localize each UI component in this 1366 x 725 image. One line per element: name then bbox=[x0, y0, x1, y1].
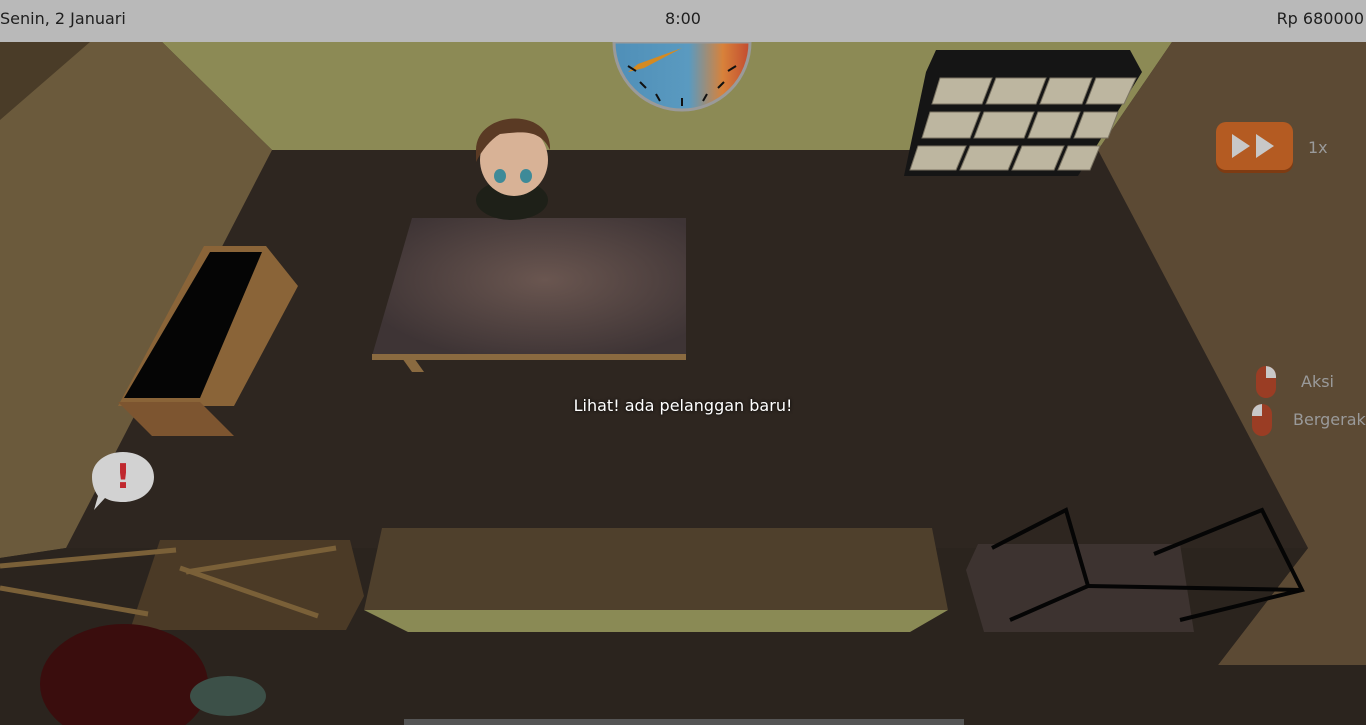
room-view bbox=[0, 42, 1366, 725]
hud-bar: Senin, 2 Januari 8:00 Rp 680000 bbox=[0, 0, 1366, 42]
shopkeeper-character[interactable] bbox=[476, 118, 551, 220]
speed-indicator: 1x bbox=[1308, 138, 1328, 157]
left-click-icon bbox=[1256, 366, 1276, 398]
action-label: Aksi bbox=[1301, 372, 1334, 391]
money-display: Rp 680000 bbox=[1276, 9, 1364, 28]
move-label: Bergerak bbox=[1293, 410, 1366, 429]
fast-forward-icon bbox=[1232, 134, 1274, 158]
game-scene[interactable]: Lihat! ada pelanggan baru! ! 1x Aksi Ber… bbox=[0, 42, 1366, 725]
fast-forward-button[interactable] bbox=[1216, 122, 1293, 170]
time-display: 8:00 bbox=[665, 9, 701, 28]
counter bbox=[364, 528, 948, 632]
center-table bbox=[372, 218, 686, 372]
right-click-icon bbox=[1252, 404, 1272, 436]
notification-message: Lihat! ada pelanggan baru! bbox=[573, 396, 793, 415]
exclamation-icon: ! bbox=[115, 457, 131, 497]
